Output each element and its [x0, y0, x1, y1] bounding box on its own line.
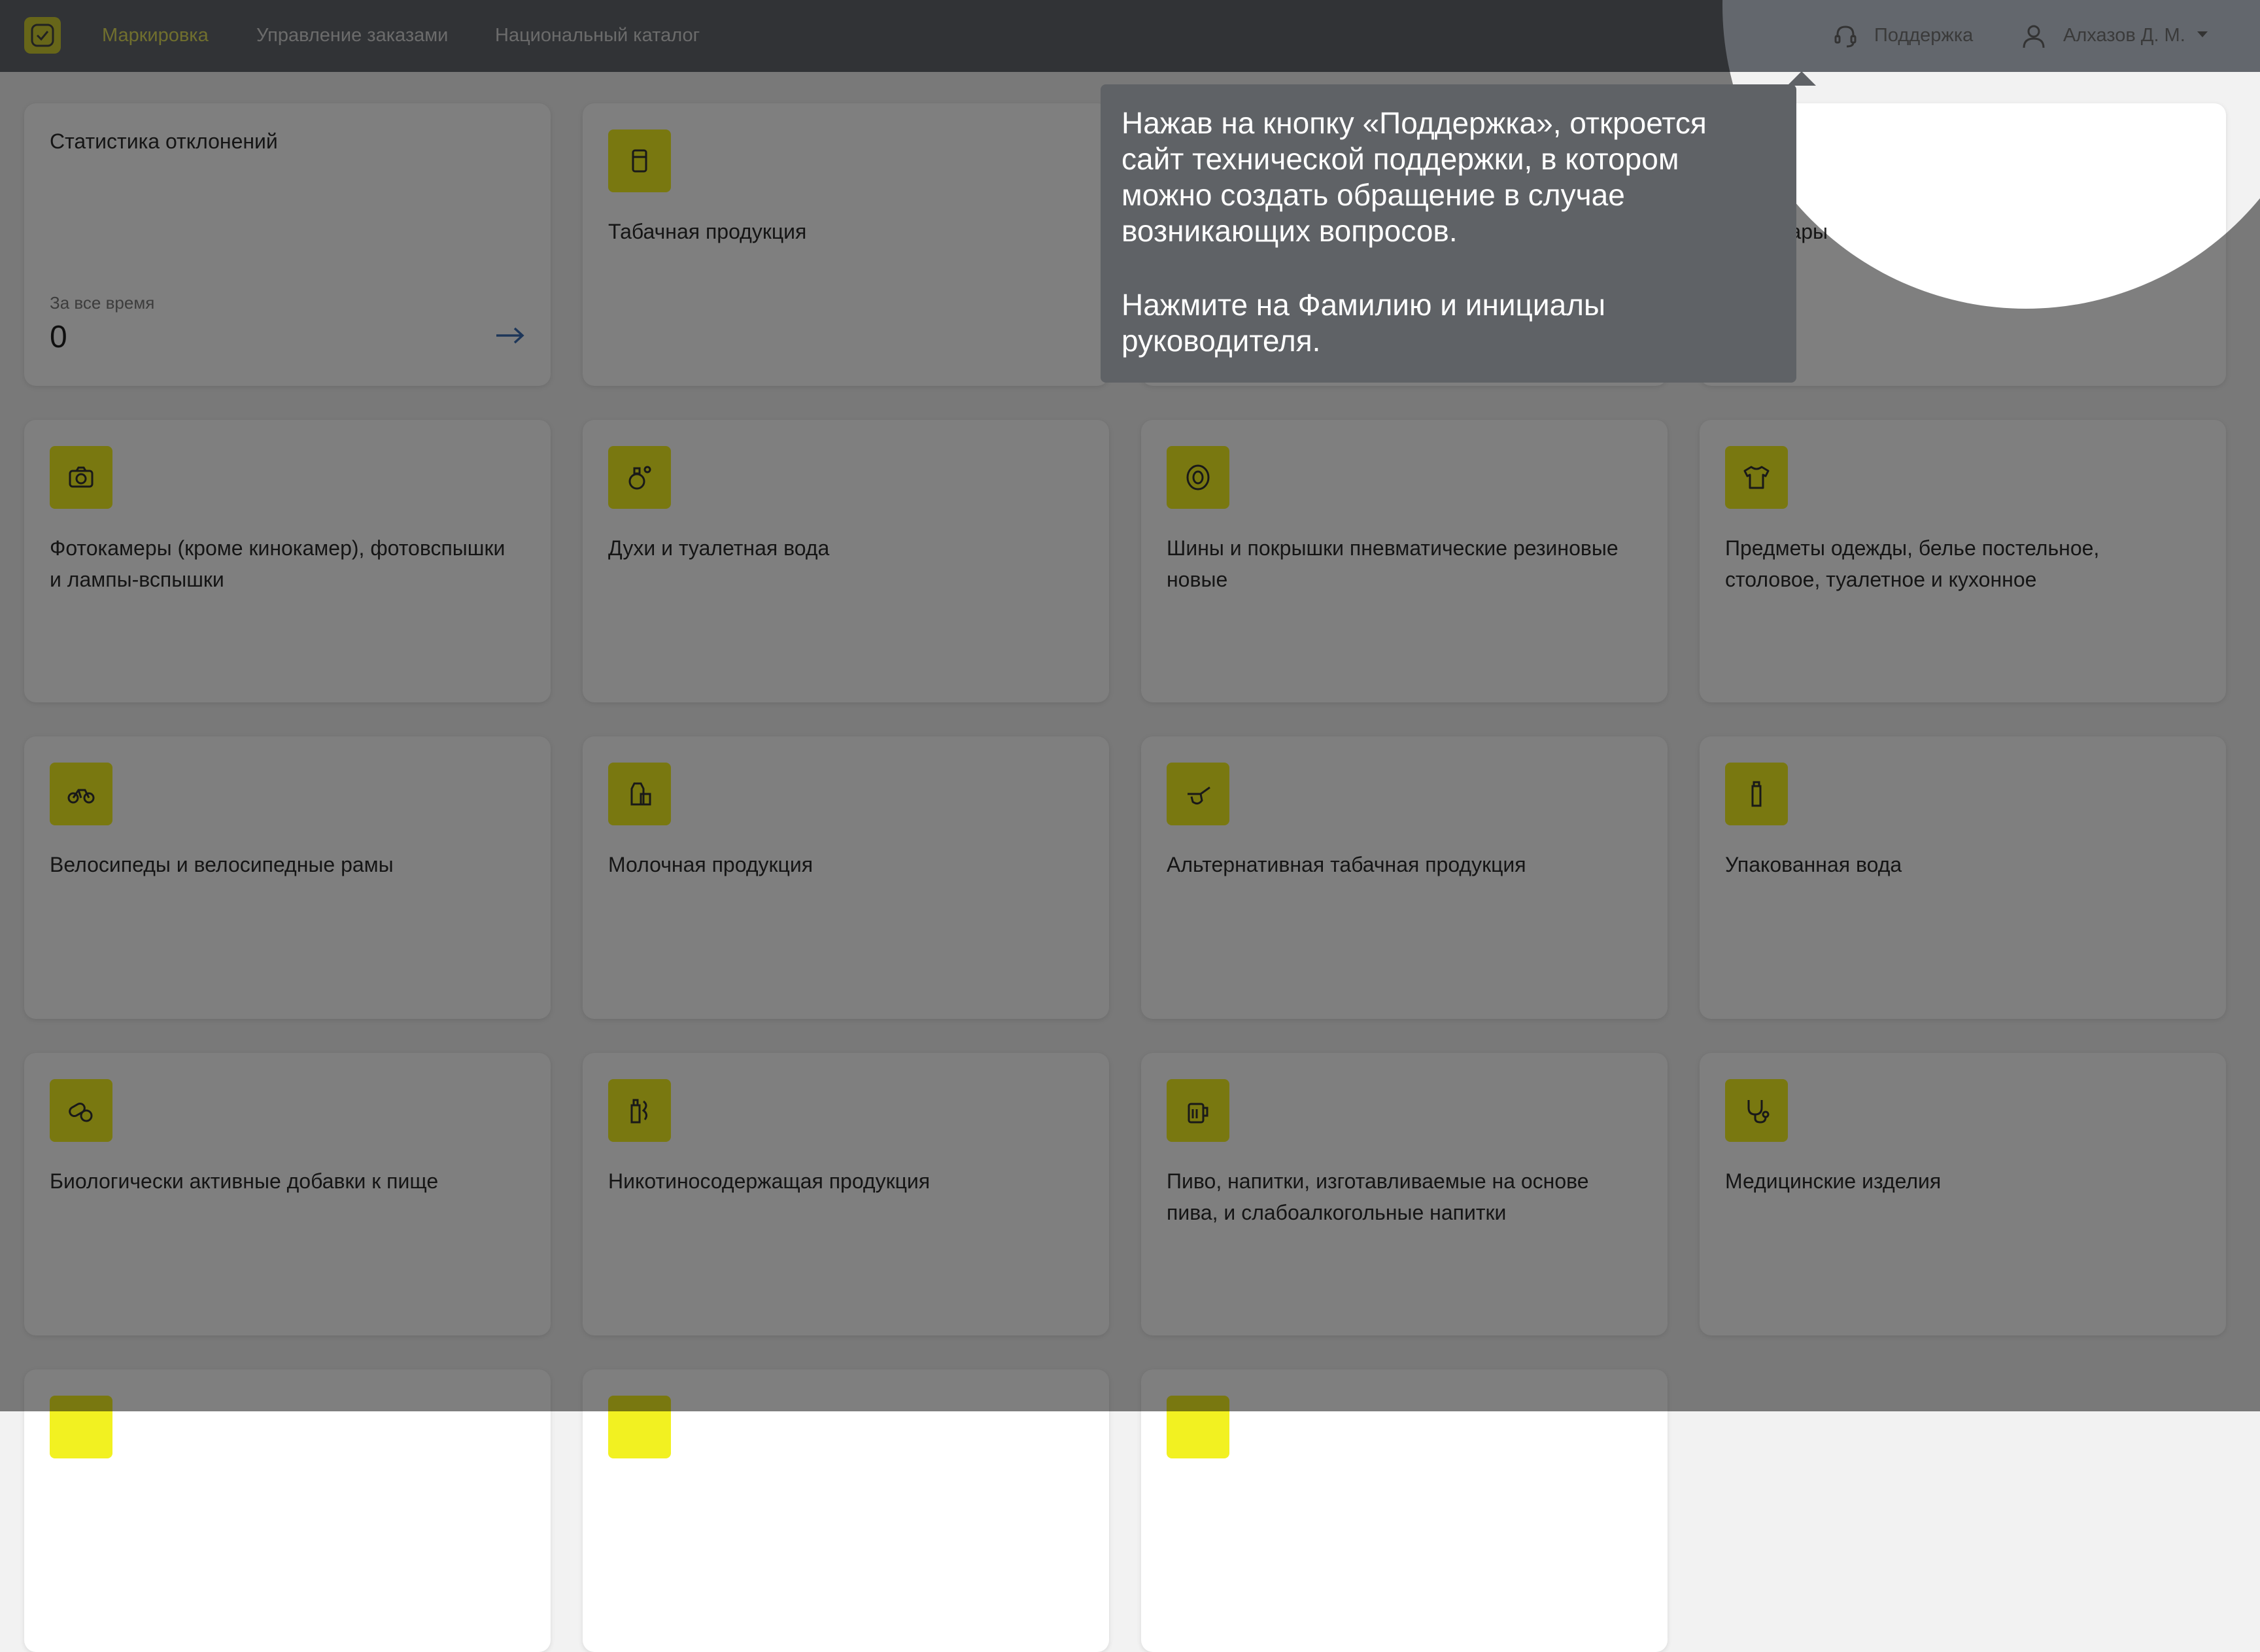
card-title: Табачная продукция — [608, 220, 807, 243]
logo-icon[interactable] — [24, 17, 61, 54]
card-row5-2[interactable] — [583, 1369, 1109, 1652]
nav-order-management[interactable]: Управление заказами — [256, 0, 448, 72]
stats-card[interactable]: Статистика отклонений За все время 0 — [24, 103, 551, 386]
card-title: Шины и покрышки пневматические резиновые… — [1167, 536, 1618, 591]
card-title: Молочная продукция — [608, 853, 813, 876]
milk-icon — [608, 763, 671, 825]
beer-icon — [1167, 1079, 1229, 1142]
stats-title: Статистика отклонений — [50, 129, 278, 153]
nav-national-catalog[interactable]: Национальный каталог — [495, 0, 700, 72]
category-icon — [50, 1396, 112, 1458]
category-icon — [1167, 1396, 1229, 1458]
category-icon — [608, 1396, 671, 1458]
user-menu[interactable]: Алхазов Д. М. — [2063, 0, 2185, 72]
supplement-icon — [50, 1079, 112, 1142]
tour-tooltip: Нажав на кнопку «Поддержка», откроется с… — [1101, 71, 1816, 383]
support-link[interactable]: Поддержка — [1874, 0, 1973, 72]
vape-icon — [608, 1079, 671, 1142]
card-water[interactable]: Упакованная вода — [1700, 736, 2226, 1019]
nav-marking[interactable]: Маркировка — [102, 0, 209, 72]
card-row5-1[interactable] — [24, 1369, 551, 1652]
card-title: Никотиносодержащая продукция — [608, 1169, 931, 1193]
stethoscope-icon — [1725, 1079, 1788, 1142]
card-title: Упакованная вода — [1725, 853, 1902, 876]
tooltip-text-user: Нажмите на Фамилию и инициалы руководите… — [1121, 288, 1606, 358]
card-clothing[interactable]: Предметы одежды, белье постельное, столо… — [1700, 420, 2226, 702]
card-title: Альтернативная табачная продукция — [1167, 853, 1526, 876]
camera-icon — [50, 446, 112, 509]
chevron-down-icon[interactable] — [2196, 30, 2209, 39]
card-beer[interactable]: Пиво, напитки, изготавливаемые на основе… — [1141, 1053, 1668, 1335]
card-cameras[interactable]: Фотокамеры (кроме кинокамер), фотовспышк… — [24, 420, 551, 702]
headset-icon[interactable] — [1832, 23, 1858, 49]
pipe-icon — [1167, 763, 1229, 825]
perfume-icon — [608, 446, 671, 509]
arrow-right-icon[interactable] — [495, 326, 525, 345]
card-nicotine[interactable]: Никотиносодержащая продукция — [583, 1053, 1109, 1335]
stats-value: 0 — [50, 320, 67, 354]
card-bicycles[interactable]: Велосипеды и велосипедные рамы — [24, 736, 551, 1019]
card-title: Велосипеды и велосипедные рамы — [50, 853, 394, 876]
card-title: Биологически активные добавки к пище — [50, 1169, 439, 1193]
card-supplements[interactable]: Биологически активные добавки к пище — [24, 1053, 551, 1335]
cigarette-pack-icon — [608, 129, 671, 192]
tooltip-text-support: Нажав на кнопку «Поддержка», откроется с… — [1121, 106, 1707, 248]
card-alt-tobacco[interactable]: Альтернативная табачная продукция — [1141, 736, 1668, 1019]
card-medical[interactable]: Медицинские изделия — [1700, 1053, 2226, 1335]
stats-caption: За все время — [50, 293, 155, 313]
bicycle-icon — [50, 763, 112, 825]
user-icon[interactable] — [2021, 23, 2047, 49]
water-bottle-icon — [1725, 763, 1788, 825]
card-tobacco[interactable]: Табачная продукция — [583, 103, 1109, 386]
card-title: Пиво, напитки, изготавливаемые на основе… — [1167, 1169, 1589, 1224]
card-row5-3[interactable] — [1141, 1369, 1668, 1652]
card-perfume[interactable]: Духи и туалетная вода — [583, 420, 1109, 702]
card-dairy[interactable]: Молочная продукция — [583, 736, 1109, 1019]
card-title: Предметы одежды, белье постельное, столо… — [1725, 536, 2100, 591]
tire-icon — [1167, 446, 1229, 509]
card-title: Духи и туалетная вода — [608, 536, 830, 560]
card-title: Фотокамеры (кроме кинокамер), фотовспышк… — [50, 536, 505, 591]
tshirt-icon — [1725, 446, 1788, 509]
card-tires[interactable]: Шины и покрышки пневматические резиновые… — [1141, 420, 1668, 702]
card-title: Медицинские изделия — [1725, 1169, 1942, 1193]
